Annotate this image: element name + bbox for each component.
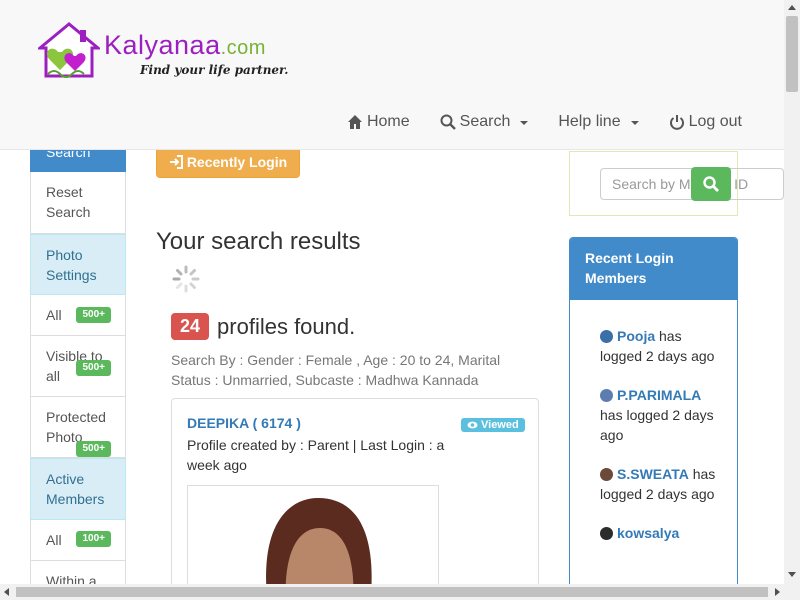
active-members-label: Active Members [46, 471, 105, 507]
sidebar-item-photo-all[interactable]: All 500+ [30, 295, 126, 336]
eye-icon [467, 421, 478, 429]
list-item: S.SWEATA has logged 2 days ago [600, 464, 727, 504]
nav-helpline-label: Help line [558, 113, 621, 130]
member-name-link[interactable]: S.SWEATA [617, 466, 689, 482]
header: Kalyanaa.com Find your life partner. Hom… [0, 0, 784, 150]
search-criteria: Search By : Gender : Female , Age : 20 t… [171, 352, 501, 388]
profile-photo[interactable] [187, 485, 439, 600]
count-badge: 500+ [76, 360, 111, 376]
sidebar-item-label: Protected Photo [46, 409, 106, 445]
filter-sidebar: Search Reset Search Photo Settings All 5… [30, 150, 126, 600]
house-heart-logo-icon[interactable] [38, 22, 100, 84]
nav-search-label: Search [459, 113, 511, 130]
profile-name-link[interactable]: DEEPIKA ( 6174 ) [187, 415, 301, 431]
sidebar-item-active-all[interactable]: All 100+ [30, 520, 126, 561]
nav-home-label: Home [366, 113, 410, 130]
count-badge: 100+ [76, 531, 111, 547]
sidebar-item-protected-photo[interactable]: Protected Photo 500+ [30, 397, 126, 458]
viewed-label: Viewed [481, 419, 519, 431]
results-count-label: profiles found. [217, 313, 356, 339]
sidebar-active-members-header: Active Members [30, 458, 126, 520]
viewed-badge: Viewed [461, 418, 525, 432]
power-icon [669, 115, 684, 130]
sidebar-item-reset-search[interactable]: Reset Search [30, 172, 126, 234]
home-icon [347, 115, 362, 129]
main-nav: Home Search Help line Log out [347, 113, 742, 131]
sidebar-search-header[interactable]: Search [30, 150, 126, 172]
sidebar-search-label: Search [46, 150, 91, 160]
loading-spinner-icon [172, 265, 200, 293]
avatar [600, 389, 613, 402]
page-title: Your search results [156, 228, 361, 255]
sidebar-item-label: All [46, 532, 62, 548]
search-button[interactable] [691, 167, 731, 201]
list-item: Pooja has logged 2 days ago [600, 326, 727, 366]
horizontal-scrollbar-thumb[interactable] [16, 587, 768, 597]
list-item: kowsalya [600, 523, 727, 543]
scroll-down-arrow-icon[interactable] [788, 572, 796, 577]
vertical-scrollbar-thumb[interactable] [786, 16, 798, 92]
member-name-link[interactable]: P.PARIMALA [617, 387, 701, 403]
count-badge: 24 [171, 313, 210, 340]
avatar [600, 330, 613, 343]
chevron-down-icon [630, 121, 639, 125]
recent-login-panel: Recent Login Members Pooja has logged 2 … [569, 237, 738, 600]
scroll-right-arrow-icon[interactable] [775, 588, 780, 596]
photo-settings-label: Photo Settings [46, 247, 97, 283]
brand-name-text: Kalyanaa [104, 30, 221, 60]
scroll-up-arrow-icon[interactable] [788, 5, 796, 10]
member-name-link[interactable]: kowsalya [617, 525, 679, 541]
results-count: 24 profiles found. [171, 313, 355, 340]
search-icon [440, 114, 456, 130]
sidebar-item-label: All [46, 307, 62, 323]
sidebar-photo-settings-header: Photo Settings [30, 234, 126, 295]
nav-home[interactable]: Home [347, 113, 410, 131]
nav-search[interactable]: Search [440, 113, 529, 131]
avatar [600, 527, 613, 540]
count-badge: 500+ [76, 307, 111, 323]
search-icon [703, 176, 719, 192]
sidebar-item-visible-to-all[interactable]: Visible to all 500+ [30, 336, 126, 397]
nav-helpline[interactable]: Help line [558, 113, 639, 131]
avatar [600, 468, 613, 481]
chevron-down-icon [520, 121, 529, 125]
list-item: P.PARIMALA has logged 2 days ago [600, 385, 727, 445]
profile-meta: Profile created by : Parent | Last Login… [187, 437, 445, 473]
nav-logout[interactable]: Log out [669, 113, 742, 131]
member-login-text: has logged 2 days ago [600, 407, 714, 443]
scroll-left-arrow-icon[interactable] [4, 588, 9, 596]
avatar-placeholder-icon [266, 498, 372, 600]
count-badge: 500+ [76, 441, 111, 457]
member-name-link[interactable]: Pooja [617, 328, 655, 344]
recent-login-list: Pooja has logged 2 days ago P.PARIMALA h… [570, 300, 737, 543]
brand-name[interactable]: Kalyanaa.com [104, 30, 266, 61]
profile-card: DEEPIKA ( 6174 ) Viewed Profile created … [171, 398, 539, 600]
recent-login-title: Recent Login Members [570, 238, 737, 300]
recently-login-label: Recently Login [186, 154, 288, 170]
brand-tagline: Find your life partner. [140, 63, 289, 77]
nav-logout-label: Log out [688, 113, 742, 130]
brand-suffix: .com [220, 37, 266, 59]
reset-search-label: Reset Search [46, 184, 91, 220]
log-in-icon [169, 155, 183, 169]
